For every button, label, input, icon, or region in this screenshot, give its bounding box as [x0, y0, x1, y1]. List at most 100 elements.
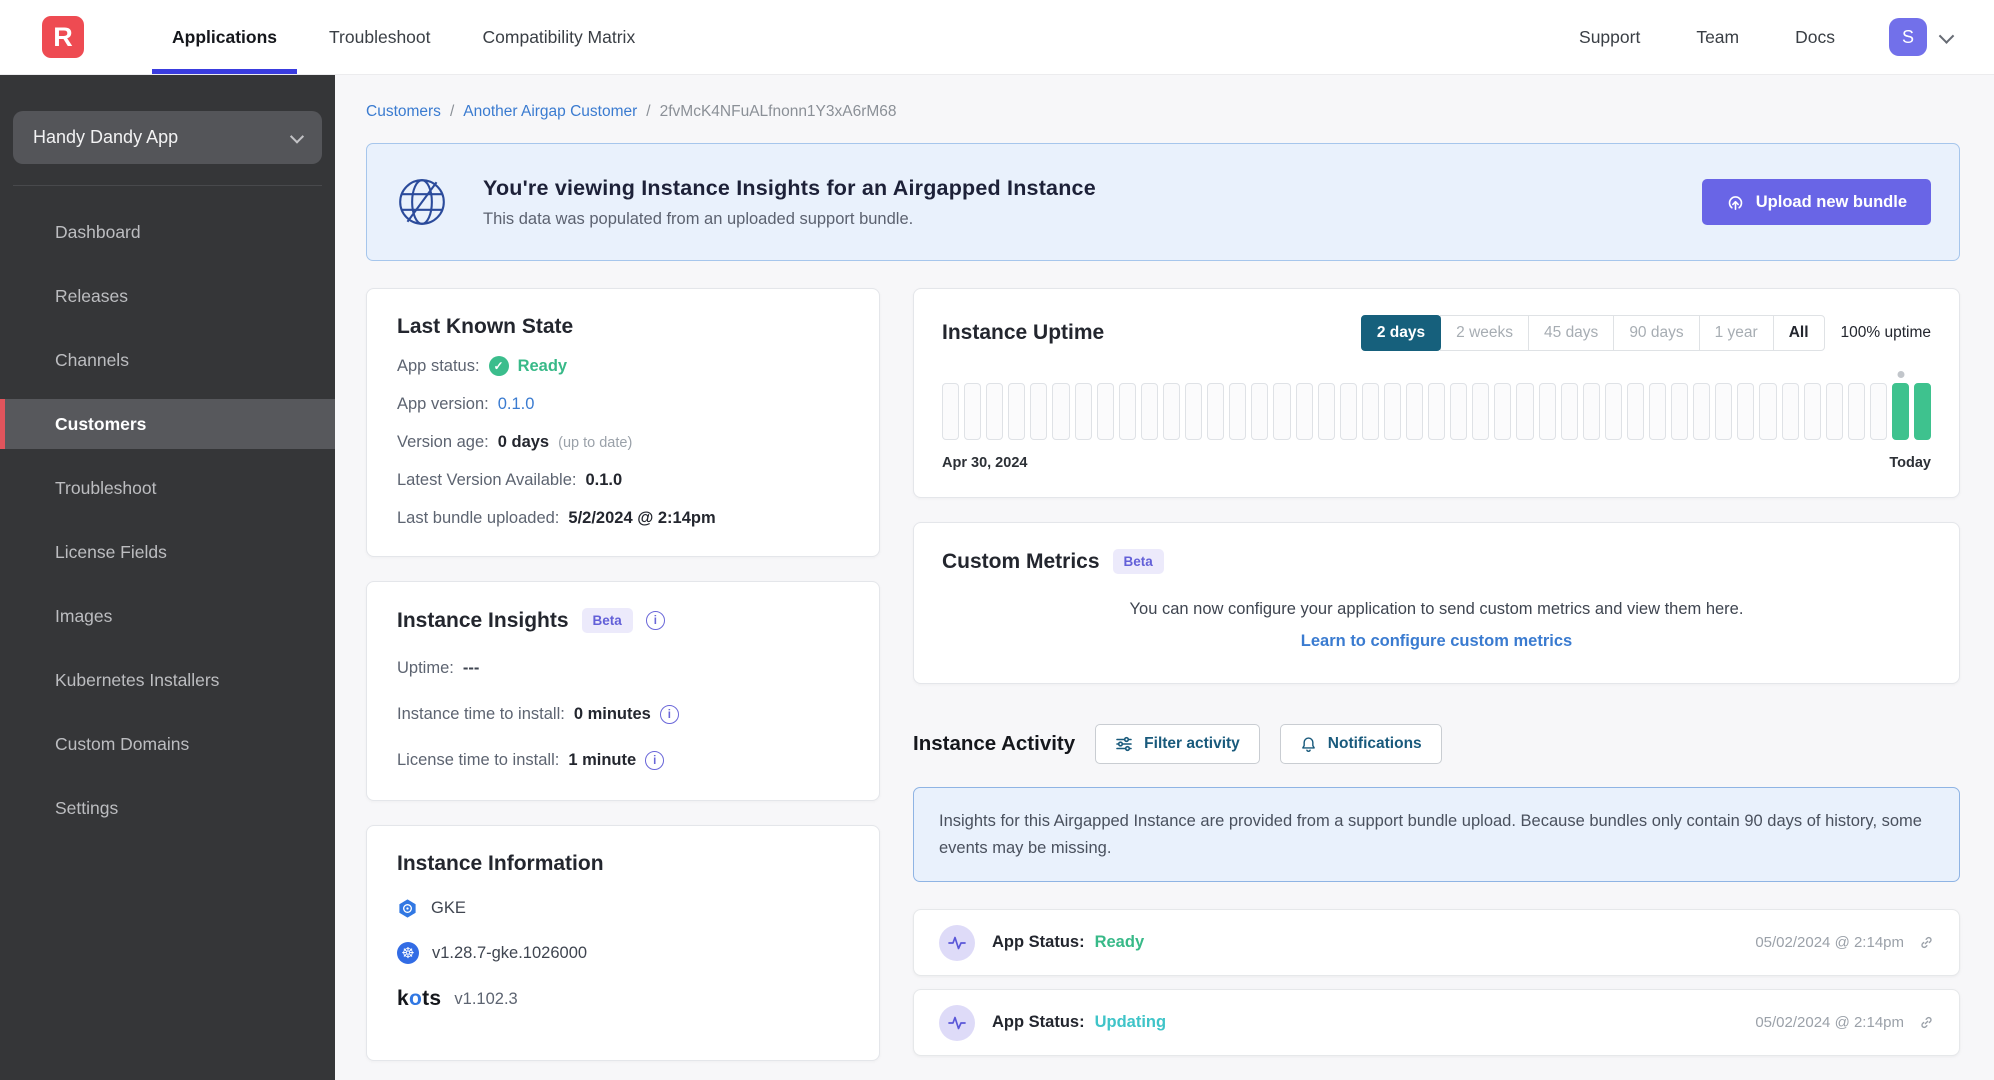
sidebar-item[interactable]: Custom Domains: [0, 719, 335, 769]
nav-item[interactable]: Compatibility Matrix: [457, 0, 662, 74]
nav-item[interactable]: Applications: [146, 0, 303, 74]
banner-title: You're viewing Instance Insights for an …: [483, 175, 1096, 200]
uptime-bar: [1251, 383, 1269, 440]
gke-icon: [397, 898, 418, 919]
uptime-bar: [964, 383, 982, 440]
instance-time-to-install-row: Instance time to install: 0 minutes i: [397, 705, 849, 724]
license-time-to-install-value: 1 minute: [568, 751, 637, 769]
range-button[interactable]: All: [1772, 315, 1825, 351]
uptime-bar: [1140, 383, 1158, 440]
range-button[interactable]: 2 weeks: [1440, 315, 1530, 351]
event-label: App Status:: [992, 933, 1085, 952]
row-label: Last bundle uploaded:: [397, 509, 560, 527]
row-label: Instance time to install:: [397, 705, 565, 723]
breadcrumb-item[interactable]: Another Airgap Customer: [441, 103, 637, 121]
uptime-bar: [1317, 383, 1335, 440]
sidebar-item[interactable]: Releases: [0, 271, 335, 321]
sidebar-item[interactable]: Dashboard: [0, 207, 335, 257]
uptime-summary: 100% uptime: [1840, 324, 1931, 341]
upload-new-bundle-button[interactable]: Upload new bundle: [1701, 179, 1931, 225]
sidebar-item[interactable]: License Fields: [0, 527, 335, 577]
uptime-bar: [1383, 383, 1401, 440]
nav-item[interactable]: Troubleshoot: [303, 0, 457, 74]
breadcrumb-item[interactable]: Customers: [366, 103, 441, 121]
chevron-down-icon[interactable]: [1938, 27, 1955, 44]
uptime-bar: [1118, 383, 1136, 440]
configure-custom-metrics-link[interactable]: Learn to configure custom metrics: [942, 632, 1931, 651]
breadcrumb-item[interactable]: 2fvMcK4NFuALfnonn1Y3xA6rM68: [637, 103, 897, 121]
uptime-bar: [1649, 383, 1667, 440]
upload-button-label: Upload new bundle: [1755, 192, 1907, 211]
card-title: Instance Information: [397, 852, 604, 875]
row-label: App status:: [397, 356, 480, 375]
custom-metrics-body: You can now configure your application t…: [1129, 600, 1744, 618]
uptime-bar: [1361, 383, 1379, 440]
upload-icon: [1726, 193, 1745, 212]
uptime-bar: [1759, 383, 1777, 440]
uptime-bar: [1273, 383, 1291, 440]
secondary-nav-items: Support Team Docs: [1551, 27, 1863, 48]
uptime-bar: [1052, 383, 1070, 440]
filter-activity-button[interactable]: Filter activity: [1095, 724, 1260, 764]
main-content: CustomersAnother Airgap Customer2fvMcK4N…: [335, 75, 1994, 1080]
event-link-icon[interactable]: [1919, 935, 1934, 950]
uptime-bar: [1737, 383, 1755, 440]
beta-badge: Beta: [581, 608, 633, 633]
breadcrumb: CustomersAnother Airgap Customer2fvMcK4N…: [366, 103, 1960, 121]
uptime-bar: [1472, 383, 1490, 440]
nav-item[interactable]: Support: [1551, 27, 1668, 48]
airgap-history-note: Insights for this Airgapped Instance are…: [913, 787, 1960, 883]
event-status: Ready: [1094, 933, 1145, 952]
uptime-bar: [1560, 383, 1578, 440]
uptime-bar: [1096, 383, 1114, 440]
uptime-bar: [1008, 383, 1026, 440]
nav-item[interactable]: Docs: [1767, 27, 1863, 48]
uptime-bar: [1207, 383, 1225, 440]
distribution-value: GKE: [431, 899, 466, 917]
range-button[interactable]: 45 days: [1528, 315, 1615, 351]
info-icon[interactable]: i: [659, 705, 679, 724]
uptime-bar: [1185, 383, 1203, 440]
range-button[interactable]: 1 year: [1698, 315, 1774, 351]
notifications-button[interactable]: Notifications: [1279, 724, 1442, 764]
uptime-bar: [1693, 383, 1711, 440]
event-timestamp: 05/02/2024 @ 2:14pm: [1755, 1014, 1904, 1032]
replicated-logo[interactable]: R: [42, 16, 84, 58]
sidebar-item[interactable]: Settings: [0, 783, 335, 833]
uptime-bar: [1847, 383, 1865, 440]
app-status-value: Ready: [517, 356, 568, 375]
row-label: Version age:: [397, 433, 489, 451]
banner-subtitle: This data was populated from an uploaded…: [483, 209, 914, 228]
uptime-bar: [1825, 383, 1843, 440]
sidebar-item[interactable]: Images: [0, 591, 335, 641]
range-button[interactable]: 90 days: [1613, 315, 1700, 351]
license-time-to-install-row: License time to install: 1 minute i: [397, 751, 849, 770]
uptime-bar: [1428, 383, 1446, 440]
uptime-bar: [1892, 383, 1910, 440]
sidebar-nav: Dashboard Releases Channels Customers Troubl…: [0, 207, 335, 833]
row-label: Latest Version Available:: [397, 471, 577, 489]
row-label: Uptime:: [397, 659, 454, 677]
instance-insights-card: Instance Insights Beta i Uptime: --- Ins…: [366, 581, 880, 801]
range-button[interactable]: 2 days: [1360, 315, 1442, 351]
app-status-row: App status: ✓ Ready: [397, 356, 849, 376]
sidebar-item[interactable]: Troubleshoot: [0, 463, 335, 513]
info-icon[interactable]: i: [645, 751, 665, 770]
app-version-link[interactable]: 0.1.0: [498, 395, 535, 414]
app-selector[interactable]: Handy Dandy App: [13, 111, 322, 164]
uptime-end-label: Today: [1889, 455, 1931, 471]
instance-activity-title: Instance Activity: [913, 732, 1076, 755]
sidebar-item[interactable]: Customers: [0, 399, 335, 449]
sidebar-item[interactable]: Kubernetes Installers: [0, 655, 335, 705]
sidebar-item[interactable]: Channels: [0, 335, 335, 385]
filter-icon: [1115, 735, 1133, 753]
nav-item[interactable]: Team: [1668, 27, 1767, 48]
event-status: Updating: [1094, 1013, 1167, 1032]
info-icon[interactable]: i: [645, 611, 665, 630]
activity-event-row: App Status: Ready 05/02/2024 @ 2:14pm: [913, 909, 1960, 977]
uptime-bar: [1405, 383, 1424, 440]
user-avatar[interactable]: S: [1889, 18, 1927, 56]
banner-text: You're viewing Instance Insights for an …: [483, 176, 1096, 229]
event-link-icon[interactable]: [1919, 1015, 1934, 1030]
app-version-row: App version: 0.1.0: [397, 395, 849, 414]
